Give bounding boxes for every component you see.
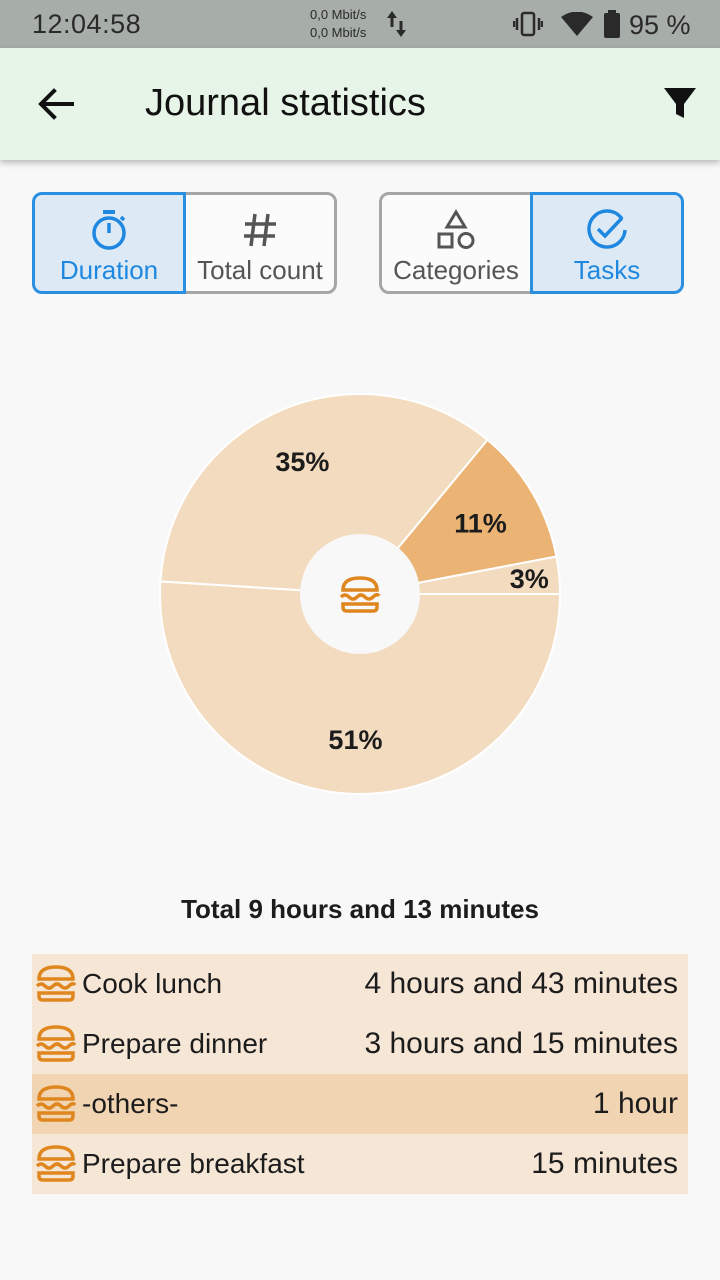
group-toggle: Categories Tasks: [379, 192, 684, 294]
pie-slice-label: 11%: [454, 509, 507, 539]
back-button[interactable]: [34, 82, 78, 126]
shapes-icon: [437, 209, 475, 249]
list-item[interactable]: Prepare breakfast 15 minutes: [32, 1134, 688, 1194]
burger-icon: [34, 1022, 78, 1066]
total-duration: Total 9 hours and 13 minutes: [181, 894, 539, 924]
vibrate-icon: [513, 11, 543, 37]
hash-icon: [244, 213, 276, 247]
battery-percent: 95 %: [629, 10, 691, 40]
network-down: 0,0 Mbit/s: [310, 25, 367, 40]
total-count-button[interactable]: Total count: [183, 192, 337, 294]
pie-slice-label: 3%: [510, 564, 549, 594]
list-item[interactable]: -others- 1 hour: [32, 1074, 688, 1134]
duration-button[interactable]: Duration: [32, 192, 186, 294]
duration-label: Duration: [59, 255, 159, 285]
status-time: 12:04:58: [32, 9, 142, 39]
page-title: Journal statistics: [145, 82, 426, 124]
categories-label: Categories: [393, 255, 519, 285]
battery-icon: [604, 10, 620, 38]
burger-icon: [34, 962, 78, 1006]
total-count-label: Total count: [197, 255, 323, 285]
task-name: Prepare dinner: [82, 1028, 268, 1059]
categories-button[interactable]: Categories: [379, 192, 533, 294]
task-name: Cook lunch: [82, 968, 223, 999]
tasks-button[interactable]: Tasks: [530, 192, 684, 294]
network-speed: 0,0 Mbit/s 0,0 Mbit/s: [310, 6, 366, 42]
burger-icon: [34, 1082, 78, 1126]
arrow-back-icon: [38, 88, 74, 120]
check-circle-icon: [587, 209, 627, 249]
task-list: Cook lunch 4 hours and 43 minutes Prepar…: [32, 954, 688, 1194]
timer-icon: [92, 210, 126, 250]
burger-icon: [34, 1142, 78, 1186]
app-bar: Journal statistics: [0, 48, 720, 160]
task-name: Prepare breakfast: [82, 1148, 305, 1179]
list-item[interactable]: Prepare dinner 3 hours and 15 minutes: [32, 1014, 688, 1074]
task-duration: 4 hours and 43 minutes: [364, 967, 678, 1000]
filter-button[interactable]: [660, 84, 708, 124]
pie-slice-label: 51%: [328, 725, 382, 755]
tasks-pie-chart: 35% 11%3% 51%: [159, 393, 562, 796]
mode-toggle: Duration Total count: [32, 192, 337, 294]
tasks-label: Tasks: [573, 255, 641, 285]
task-name: -others-: [82, 1088, 179, 1119]
wifi-icon: [561, 12, 593, 36]
pie-slice-label: 35%: [275, 447, 329, 477]
status-bar: 12:04:58 0,0 Mbit/s 0,0 Mbit/s 95 %: [0, 0, 720, 48]
filter-icon: [664, 88, 696, 118]
list-item[interactable]: Cook lunch 4 hours and 43 minutes: [32, 954, 688, 1014]
task-duration: 15 minutes: [531, 1147, 678, 1180]
task-duration: 1 hour: [592, 1087, 678, 1120]
network-up: 0,0 Mbit/s: [310, 7, 367, 22]
task-duration: 3 hours and 15 minutes: [364, 1027, 678, 1060]
data-transfer-icon: [387, 11, 406, 37]
